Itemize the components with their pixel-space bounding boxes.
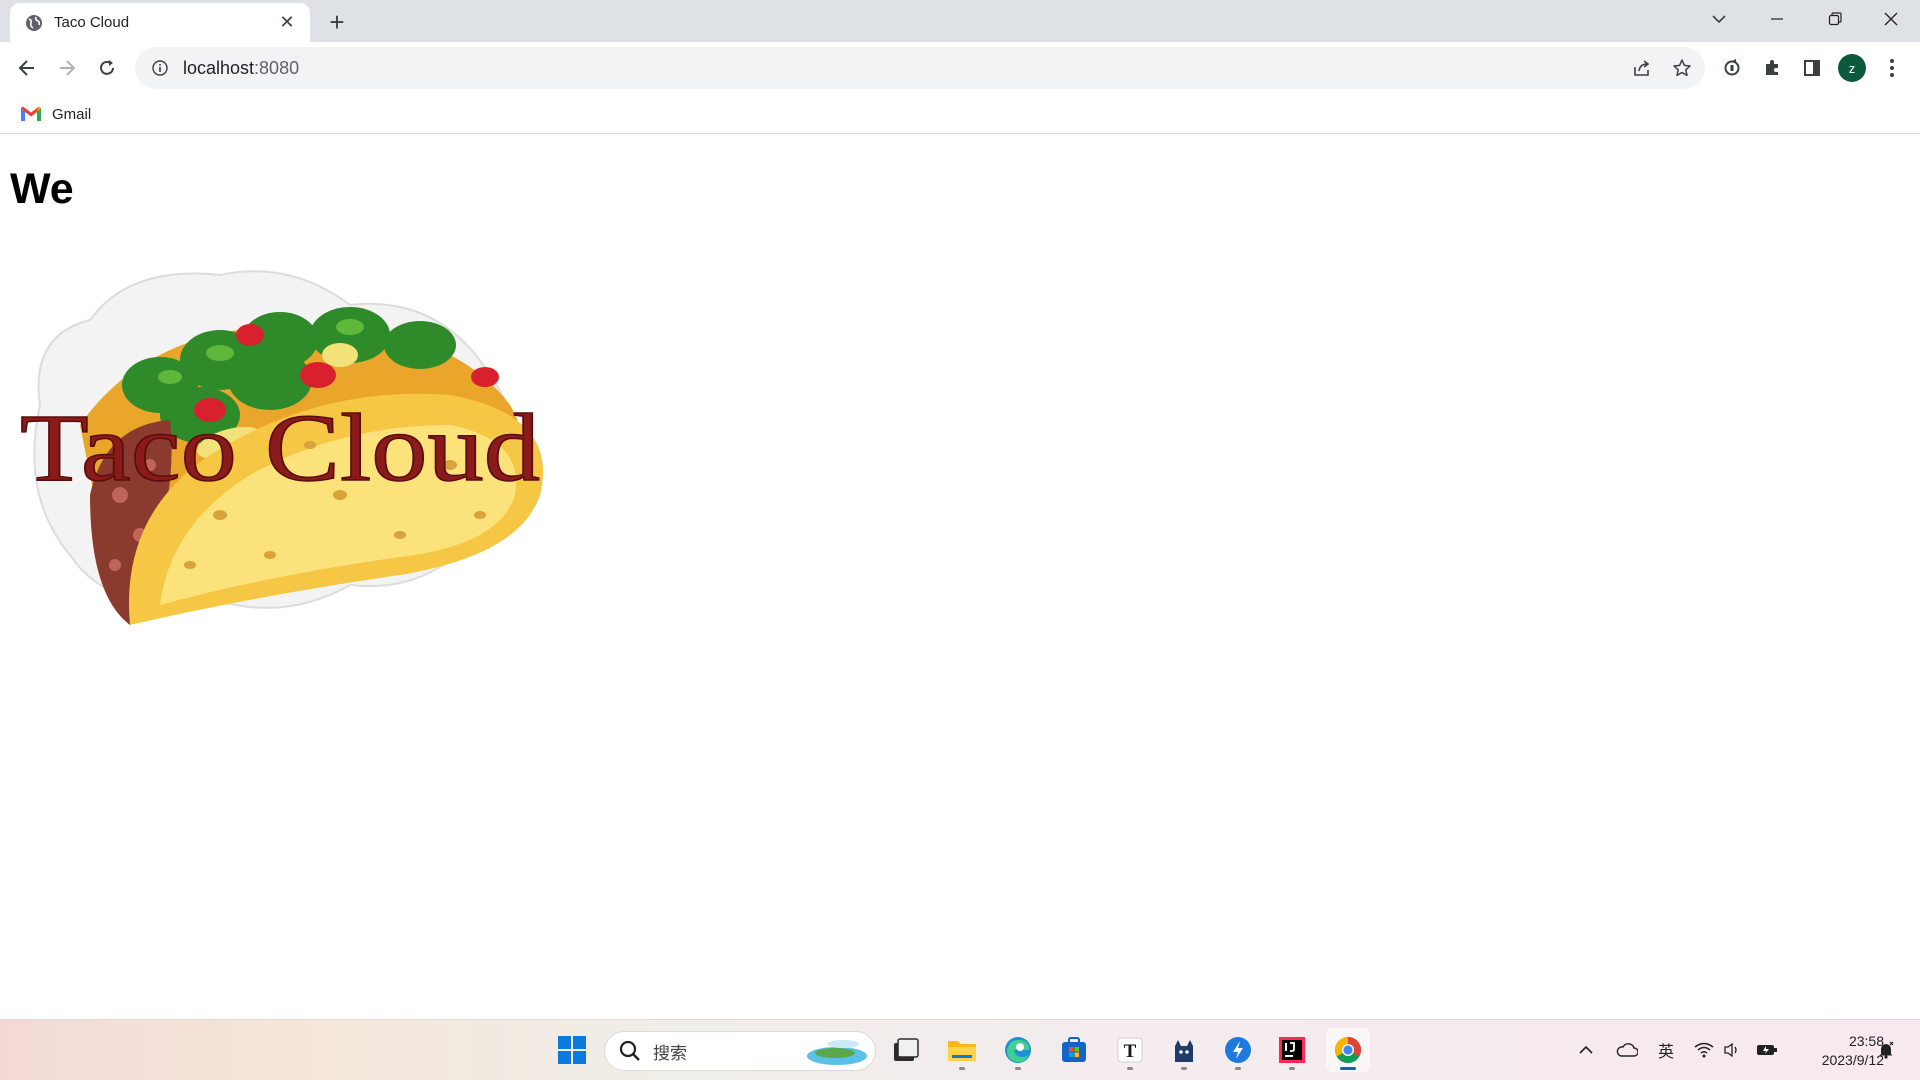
puzzle-icon bbox=[1766, 60, 1778, 75]
taskbar-clock[interactable]: 23:58 2023/9/12 bbox=[1790, 1032, 1884, 1070]
logo-text: Taco Cloud bbox=[20, 394, 540, 501]
arrow-right-icon bbox=[60, 60, 76, 76]
extensions-button[interactable] bbox=[1756, 52, 1788, 84]
profile-button[interactable]: z bbox=[1836, 52, 1868, 84]
minimize-button[interactable] bbox=[1748, 0, 1806, 38]
notifications-button[interactable] bbox=[1874, 1032, 1898, 1068]
new-tab-button[interactable]: + bbox=[322, 7, 352, 37]
chrome-icon bbox=[1334, 1036, 1362, 1064]
clock-date: 2023/9/12 bbox=[1821, 1052, 1884, 1068]
taskbar: 搜索 T 英 23:58 2023/9/12 bbox=[0, 1019, 1920, 1080]
input-method-tray[interactable]: 英 bbox=[1654, 1032, 1678, 1068]
url-host: localhost bbox=[183, 57, 255, 78]
menu-button[interactable] bbox=[1876, 52, 1908, 84]
taskbar-chrome[interactable] bbox=[1326, 1028, 1370, 1072]
volume-tray[interactable] bbox=[1720, 1032, 1744, 1068]
task-view-icon bbox=[894, 1038, 919, 1061]
restore-button[interactable] bbox=[1806, 0, 1864, 38]
address-bar[interactable]: localhost:8080 bbox=[135, 47, 1705, 89]
browser-toolbar: localhost:8080 z bbox=[0, 42, 1920, 94]
chevron-down-icon bbox=[1712, 15, 1726, 24]
clock-time: 23:58 bbox=[1848, 1033, 1884, 1049]
bell-icon bbox=[1879, 1041, 1894, 1059]
taskbar-store[interactable] bbox=[1052, 1028, 1096, 1072]
star-icon bbox=[1673, 59, 1691, 77]
tab-search-button[interactable] bbox=[1690, 0, 1748, 38]
bookmark-star-button[interactable] bbox=[1666, 52, 1698, 84]
more-vertical-icon bbox=[1890, 59, 1894, 77]
cloud-icon bbox=[1616, 1043, 1638, 1057]
side-panel-button[interactable] bbox=[1796, 52, 1828, 84]
search-placeholder: 搜索 bbox=[653, 1043, 687, 1063]
taskbar-file-explorer[interactable] bbox=[940, 1028, 984, 1072]
taskbar-edge[interactable] bbox=[996, 1028, 1040, 1072]
arrow-left-icon bbox=[18, 60, 34, 76]
edge-icon bbox=[1005, 1037, 1031, 1063]
store-icon bbox=[1062, 1037, 1086, 1062]
url-text[interactable]: localhost:8080 bbox=[183, 58, 299, 79]
reload-button[interactable] bbox=[91, 52, 123, 84]
sync-extension-button[interactable] bbox=[1716, 52, 1748, 84]
search-icon bbox=[619, 1040, 640, 1061]
speaker-icon bbox=[1724, 1042, 1737, 1058]
url-port: :8080 bbox=[254, 57, 300, 78]
bookmarks-bar: Gmail bbox=[0, 94, 1920, 134]
svg-text:T: T bbox=[1124, 1041, 1137, 1062]
taskbar-app-blue[interactable] bbox=[1216, 1028, 1260, 1072]
bookmark-gmail[interactable]: Gmail bbox=[14, 100, 97, 128]
close-icon bbox=[1884, 12, 1898, 26]
page-heading: We bbox=[10, 165, 74, 213]
wifi-icon bbox=[1694, 1042, 1714, 1058]
close-window-button[interactable] bbox=[1862, 0, 1920, 38]
tab-strip: Taco Cloud ✕ + bbox=[0, 0, 1920, 42]
forward-button[interactable] bbox=[51, 52, 83, 84]
tab-taco-cloud[interactable]: Taco Cloud ✕ bbox=[10, 3, 310, 42]
reload-icon bbox=[100, 60, 114, 75]
taskbar-search[interactable]: 搜索 bbox=[604, 1031, 876, 1071]
taskbar-task-view[interactable] bbox=[884, 1028, 928, 1072]
intellij-icon bbox=[1279, 1037, 1305, 1063]
taco-cloud-logo: Taco Cloud bbox=[20, 270, 544, 625]
chevron-up-icon bbox=[1579, 1045, 1593, 1054]
windows-icon bbox=[558, 1036, 586, 1064]
taskbar-app-cat[interactable] bbox=[1162, 1028, 1206, 1072]
side-panel-icon bbox=[1804, 60, 1820, 76]
tab-title: Taco Cloud bbox=[54, 14, 130, 31]
wifi-tray[interactable] bbox=[1692, 1032, 1716, 1068]
restore-icon bbox=[1828, 12, 1842, 26]
onedrive-tray[interactable] bbox=[1612, 1032, 1642, 1068]
show-hidden-icons-button[interactable] bbox=[1574, 1032, 1598, 1068]
close-tab-icon[interactable]: ✕ bbox=[276, 12, 298, 34]
share-button[interactable] bbox=[1626, 52, 1658, 84]
taskbar-intellij[interactable] bbox=[1270, 1028, 1314, 1072]
gmail-icon bbox=[21, 106, 41, 121]
page-content: We Taco Cloud bbox=[0, 135, 1920, 1019]
arrow-app-icon bbox=[1225, 1037, 1251, 1063]
share-icon bbox=[1634, 60, 1650, 76]
running-indicator bbox=[1289, 1067, 1295, 1070]
site-info-icon[interactable] bbox=[149, 57, 171, 79]
back-button[interactable] bbox=[11, 52, 43, 84]
bookmark-label: Gmail bbox=[52, 105, 92, 123]
taskbar-typora[interactable]: T bbox=[1108, 1028, 1152, 1072]
battery-charging-icon bbox=[1757, 1045, 1777, 1055]
globe-icon bbox=[24, 13, 44, 33]
avatar: z bbox=[1838, 54, 1866, 82]
start-button[interactable] bbox=[550, 1028, 594, 1072]
running-indicator bbox=[1235, 1067, 1241, 1070]
running-indicator bbox=[1015, 1067, 1021, 1070]
sync-icon bbox=[1724, 59, 1740, 76]
cat-app-icon bbox=[1175, 1040, 1193, 1062]
active-indicator bbox=[1340, 1067, 1356, 1070]
running-indicator bbox=[1181, 1067, 1187, 1070]
folder-icon bbox=[948, 1041, 976, 1061]
typora-icon: T bbox=[1117, 1037, 1143, 1063]
battery-tray[interactable] bbox=[1752, 1032, 1782, 1068]
running-indicator bbox=[959, 1067, 965, 1070]
minimize-icon bbox=[1771, 18, 1783, 20]
running-indicator bbox=[1127, 1067, 1133, 1070]
search-highlight-icon bbox=[807, 1040, 867, 1065]
